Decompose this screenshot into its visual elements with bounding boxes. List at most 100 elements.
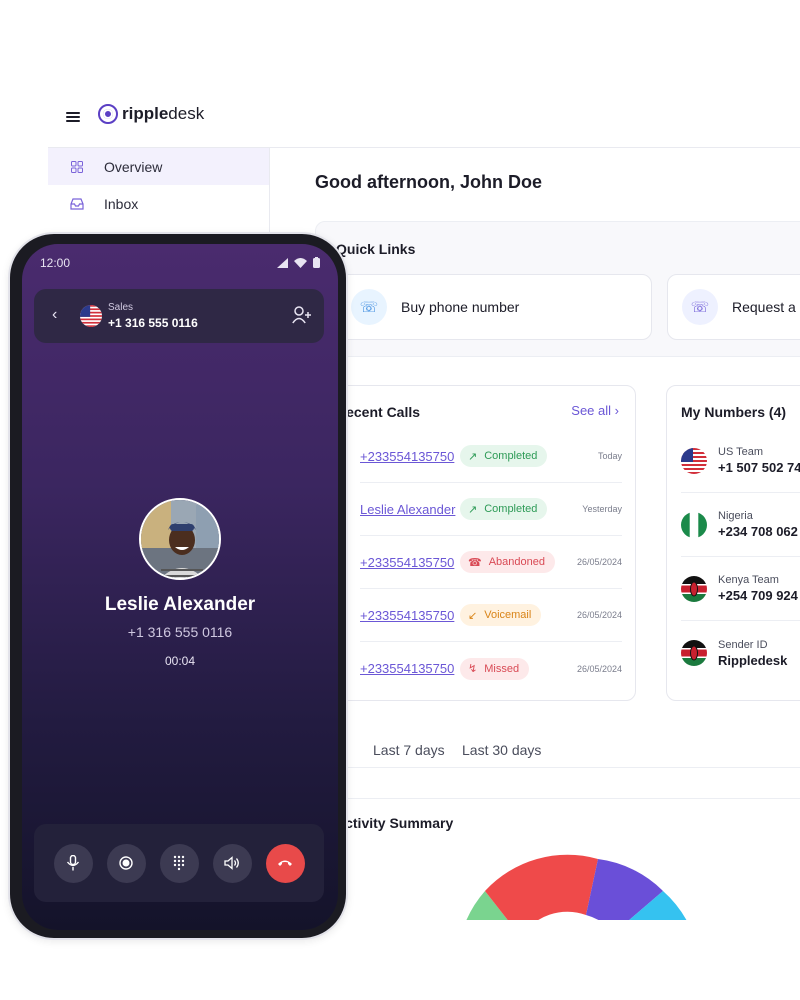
- topbar: ripple desk: [48, 80, 800, 148]
- call-date: 26/05/2024: [576, 557, 622, 567]
- quick-link-buy-number[interactable]: ☏ Buy phone number: [336, 274, 652, 340]
- number-value: +1 507 502 74: [718, 460, 800, 475]
- sidebar-item-inbox[interactable]: Inbox: [48, 185, 269, 222]
- speaker-button[interactable]: [212, 843, 252, 883]
- wifi-icon: [294, 257, 307, 268]
- call-number-link[interactable]: +233554135750: [360, 449, 460, 464]
- menu-icon[interactable]: [66, 112, 80, 122]
- status-text: Completed: [484, 503, 538, 515]
- list-item[interactable]: Kenya Team +254 709 924: [681, 557, 800, 621]
- date-range-tabs: Last 7 days Last 30 days: [315, 738, 800, 768]
- mute-button[interactable]: [53, 843, 93, 883]
- donut-segment-red: [485, 854, 598, 920]
- end-call-icon: [278, 860, 292, 866]
- microphone-icon: [66, 855, 80, 871]
- sidebar-item-label: Overview: [104, 158, 163, 175]
- missed-call-icon: ↯: [468, 663, 478, 675]
- call-date: 26/05/2024: [576, 663, 622, 674]
- recent-calls-card: Recent Calls See all › +233554135750 ↗ Co…: [315, 385, 636, 701]
- caller-number: +1 316 555 0116: [127, 624, 233, 640]
- list-item[interactable]: Sender ID Rippledesk: [681, 621, 800, 685]
- recent-calls-title: Recent Calls: [336, 404, 421, 420]
- call-number-link[interactable]: +233554135750: [360, 555, 460, 570]
- call-number-link[interactable]: Leslie Alexander: [360, 502, 460, 517]
- see-all-label: See all: [571, 403, 612, 418]
- call-date: Yesterday: [582, 504, 622, 514]
- number-label: Kenya Team: [718, 574, 779, 586]
- status-badge: ↗ Completed: [460, 445, 548, 467]
- logo-text-light: desk: [168, 104, 205, 123]
- status-text: Voicemail: [484, 609, 532, 621]
- call-number-link[interactable]: +233554135750: [360, 608, 460, 623]
- logo-mark: [98, 104, 118, 124]
- call-duration: 00:04: [164, 654, 196, 668]
- tab-last-7-days[interactable]: Last 7 days: [373, 742, 445, 758]
- my-numbers-title: My Numbers (4): [681, 404, 787, 420]
- list-item[interactable]: Nigeria +234 708 062: [681, 493, 800, 557]
- quick-links-panel: Quick Links ☏ Buy phone number ☏ Request…: [315, 221, 800, 357]
- status-badge: ↗ Completed: [460, 498, 548, 520]
- record-button[interactable]: [106, 843, 146, 883]
- arrow-down-left-icon: ↙: [468, 609, 478, 622]
- activity-summary: Activity Summary: [315, 798, 800, 920]
- logo[interactable]: ripple desk: [98, 104, 204, 124]
- table-row: +233554135750 ↙ Voicemail 26/05/2024: [360, 589, 622, 642]
- status-time: 12:00: [40, 256, 71, 270]
- kenya-flag-icon: [681, 575, 707, 602]
- us-flag-icon: [80, 305, 102, 327]
- line-label: Sales: [108, 302, 134, 313]
- quick-link-label: Request a: [732, 299, 796, 315]
- kenya-flag-icon: [681, 640, 707, 666]
- table-row: +233554135750 ↗ Completed Today: [360, 430, 622, 483]
- number-value: +234 708 062: [718, 524, 798, 539]
- activity-donut-chart: [466, 854, 687, 920]
- call-date: 26/05/2024: [576, 610, 622, 620]
- page-title: Good afternoon, John Doe: [315, 172, 542, 192]
- quick-link-request[interactable]: ☏ Request a: [667, 274, 800, 340]
- phone-screen: 12:00 ‹ Sales +1 316 555 0116 Leslie Ale…: [22, 244, 338, 930]
- us-flag-icon: [681, 447, 707, 474]
- speaker-icon: [224, 856, 239, 870]
- phone-abandoned-icon: ☎: [468, 556, 482, 569]
- number-label: Nigeria: [718, 510, 753, 522]
- activity-summary-title: Activity Summary: [335, 815, 454, 831]
- status-text: Completed: [484, 450, 538, 462]
- arrow-up-right-icon: ↗: [468, 503, 478, 516]
- line-number: +1 316 555 0116: [108, 316, 198, 330]
- status-bar: 12:00: [40, 256, 320, 272]
- my-numbers-card: My Numbers (4) US Team +1 507 502 74 Nige…: [666, 385, 800, 701]
- status-badge: ↯ Missed: [460, 657, 530, 680]
- sidebar-item-label: Inbox: [104, 195, 139, 212]
- number-label: US Team: [718, 446, 764, 458]
- main-content: Good afternoon, John Doe Quick Links ☏ B…: [270, 148, 800, 920]
- keypad-icon: [173, 855, 185, 871]
- caller-name: Leslie Alexander: [104, 594, 256, 615]
- chevron-right-icon: ›: [614, 403, 619, 418]
- inbox-icon: [70, 197, 84, 211]
- quick-link-label: Buy phone number: [401, 299, 520, 315]
- quick-links-title: Quick Links: [336, 241, 416, 257]
- status-text: Abandoned: [488, 556, 545, 568]
- call-header: ‹ Sales +1 316 555 0116: [34, 289, 324, 343]
- battery-icon: [313, 257, 320, 268]
- call-controls: [34, 824, 324, 902]
- tab-last-30-days[interactable]: Last 30 days: [462, 742, 541, 758]
- call-number-link[interactable]: +233554135750: [360, 661, 460, 676]
- sidebar-item-overview[interactable]: Overview: [48, 148, 269, 185]
- phone-mockup: 12:00 ‹ Sales +1 316 555 0116 Leslie Ale…: [8, 232, 348, 940]
- add-user-icon[interactable]: [292, 306, 312, 329]
- number-label: Sender ID: [718, 638, 768, 651]
- number-value: Rippledesk: [718, 652, 788, 668]
- table-row: +233554135750 ☎ Abandoned 26/05/2024: [360, 536, 622, 589]
- logo-text-bold: ripple: [122, 104, 169, 123]
- end-call-button[interactable]: [265, 843, 305, 883]
- status-badge: ↙ Voicemail: [460, 604, 542, 626]
- arrow-up-right-icon: ↗: [468, 450, 478, 463]
- list-item[interactable]: US Team +1 507 502 74: [681, 429, 800, 493]
- phone-buy-icon: ☏: [351, 289, 387, 325]
- request-icon: ☏: [682, 289, 718, 325]
- back-chevron-icon[interactable]: ‹: [52, 306, 57, 324]
- keypad-button[interactable]: [159, 843, 199, 883]
- status-text: Missed: [484, 662, 520, 675]
- see-all-link[interactable]: See all ›: [571, 403, 619, 418]
